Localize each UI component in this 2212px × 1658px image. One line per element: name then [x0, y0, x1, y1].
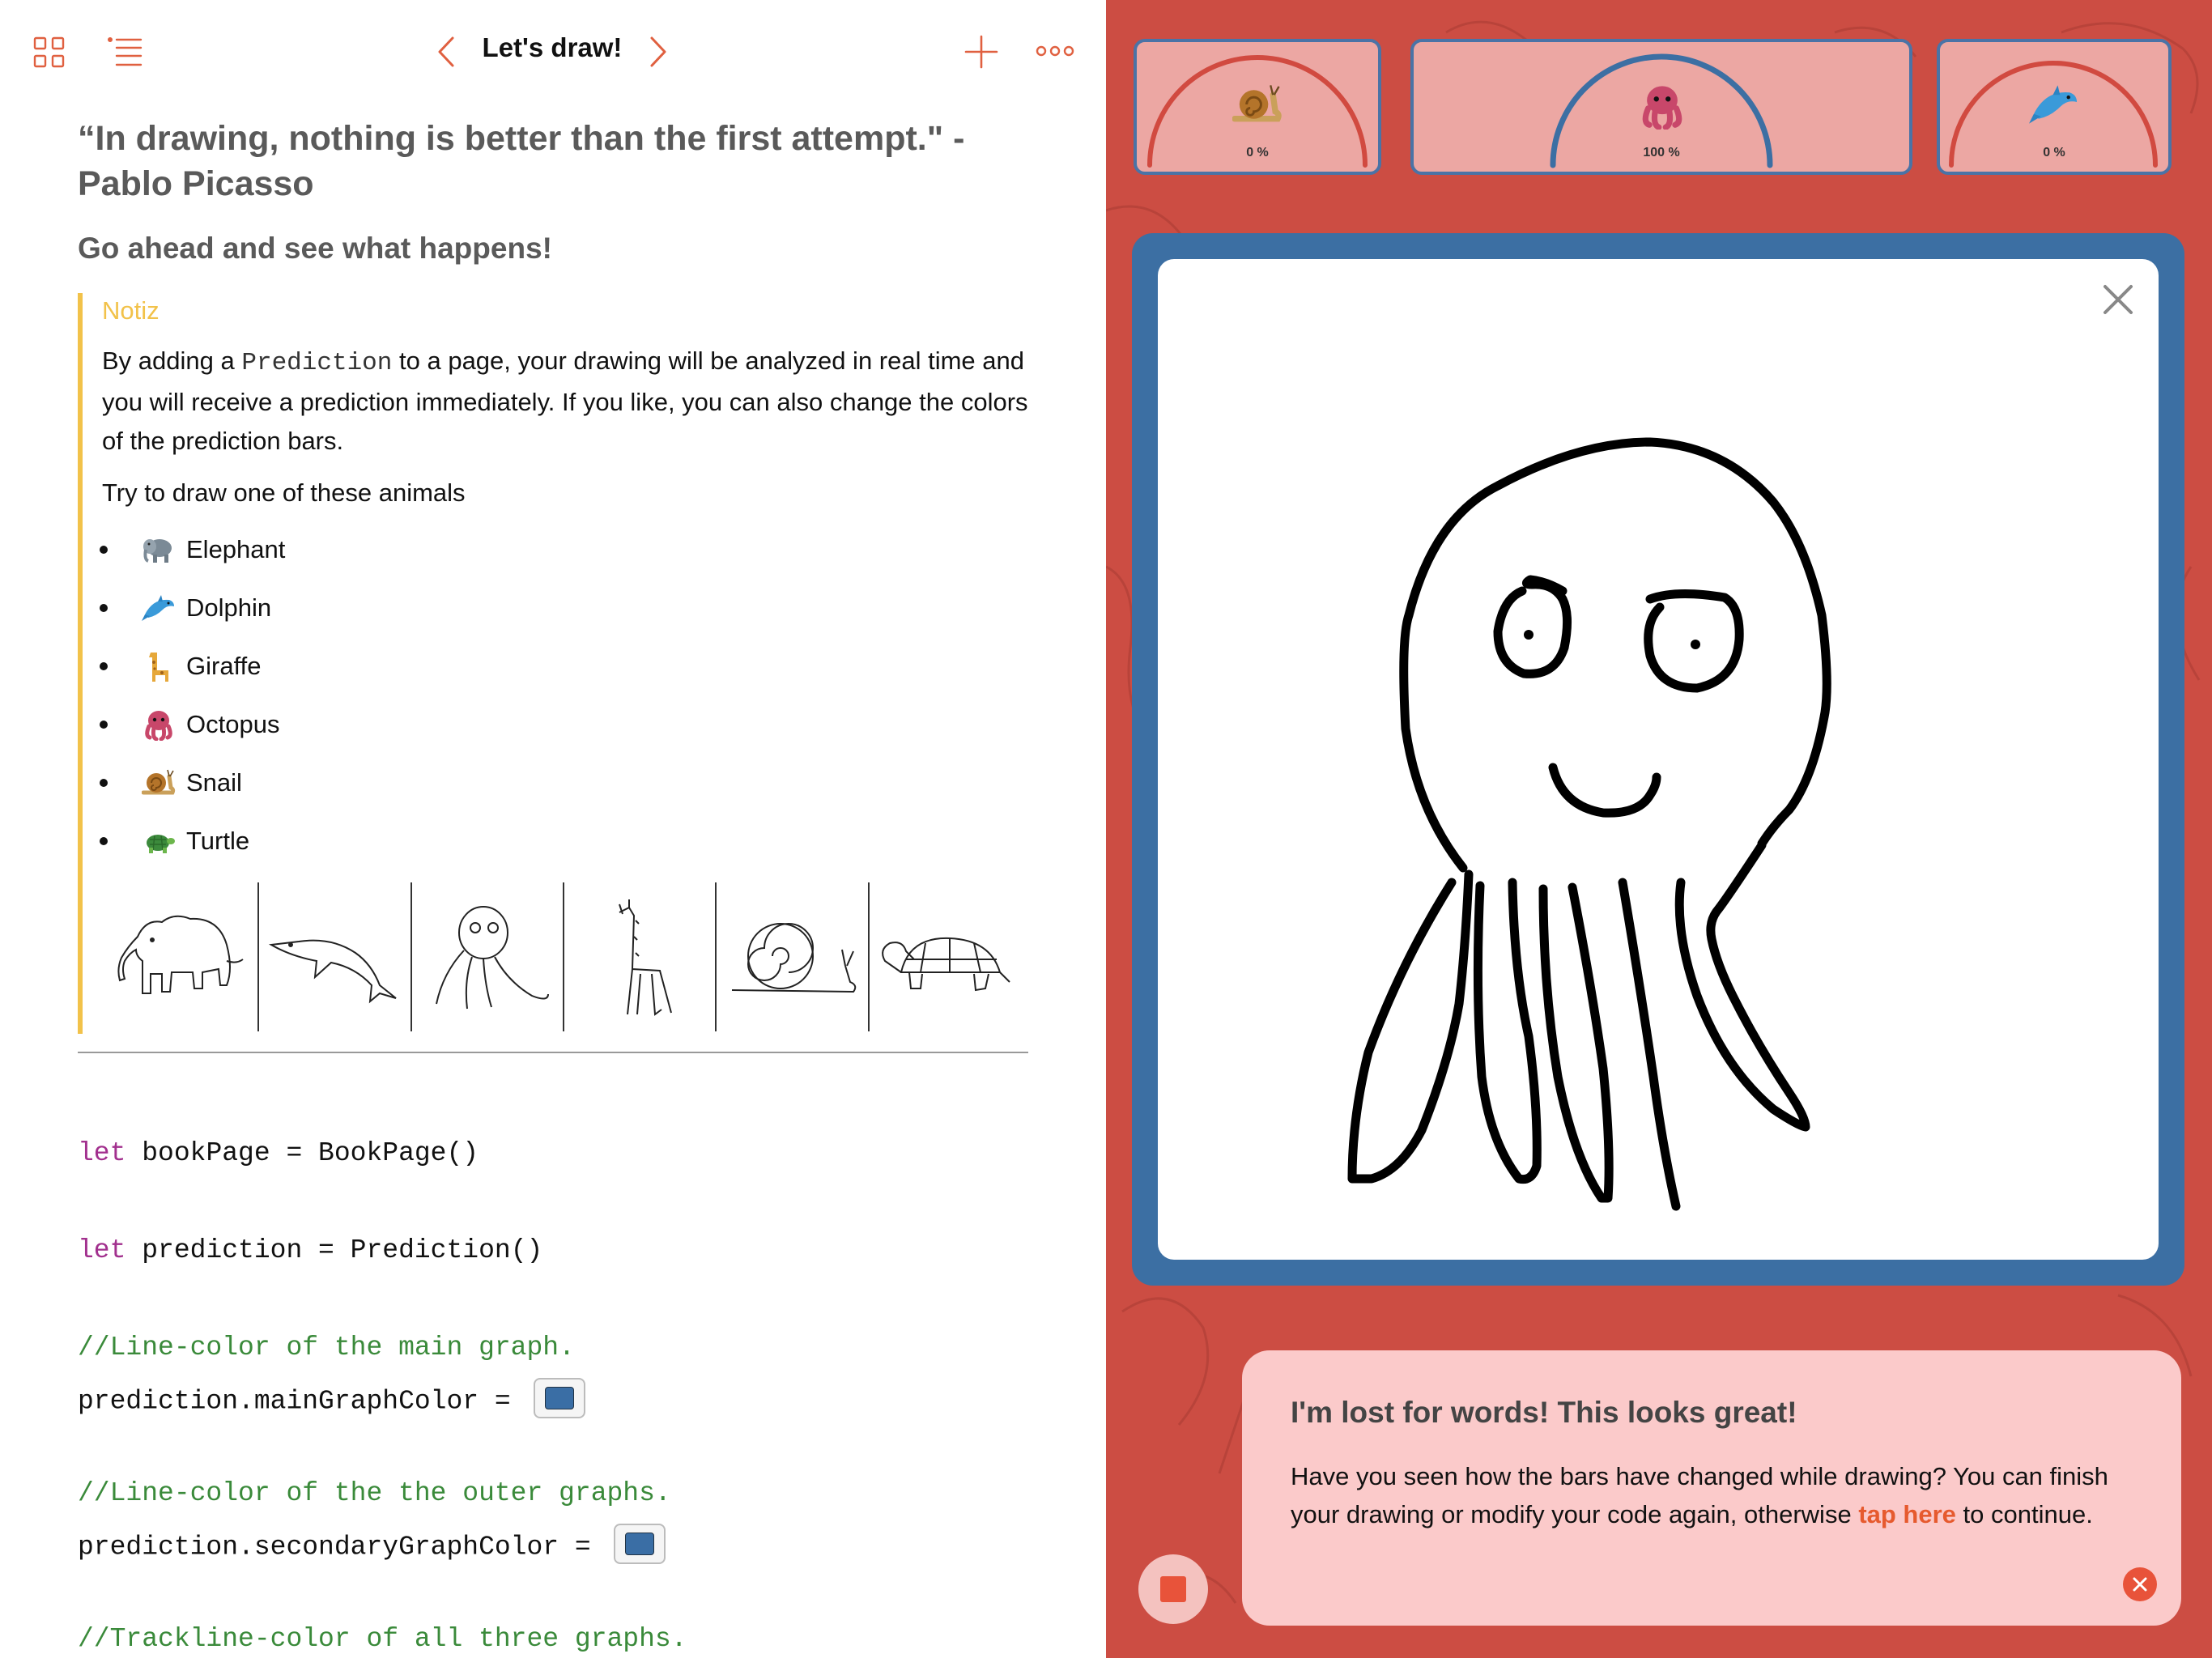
keyword: let [78, 1235, 126, 1265]
animal-name: Elephant [186, 535, 286, 563]
note-body: By adding a Prediction to a page, your d… [102, 342, 1033, 461]
code-line[interactable]: prediction.mainGraphColor = [78, 1378, 585, 1422]
list-view-icon[interactable] [107, 36, 143, 70]
code-line[interactable]: let prediction = Prediction() [78, 1235, 542, 1265]
list-item: Giraffe [100, 637, 1028, 695]
live-view-pane: 0 % 100 % 0 % I'm lost for words! This l… [1106, 0, 2212, 1658]
list-item: Elephant [100, 521, 1028, 579]
inline-code: Prediction [241, 349, 393, 377]
giraffe-sketch-icon [564, 882, 717, 1031]
note-title: Notiz [102, 296, 160, 325]
code-text: prediction.mainGraphColor = [78, 1386, 527, 1417]
octopus-prediction-gauge: 100 % [1410, 39, 1912, 175]
code-line[interactable]: prediction.secondaryGraphColor = [78, 1524, 666, 1567]
animal-sketches-strip [107, 882, 1022, 1031]
hint-text: Have you seen how the bars have changed … [1291, 1457, 2133, 1533]
next-page-icon[interactable] [644, 34, 672, 70]
secondary-graph-color-picker[interactable] [613, 1524, 666, 1564]
list-item: Snail [100, 754, 1028, 812]
giraffe-icon [141, 648, 177, 684]
keyword: let [78, 1138, 126, 1168]
animal-name: Turtle [186, 827, 250, 855]
animal-list: Elephant Dolphin Giraffe Octopus Snail T… [100, 521, 1028, 870]
animal-name: Snail [186, 768, 242, 797]
elephant-icon [141, 532, 177, 568]
main-graph-color-picker[interactable] [533, 1378, 585, 1418]
dolphin-sketch-icon [259, 882, 412, 1031]
elephant-sketch-icon [107, 882, 260, 1031]
snail-icon [141, 765, 177, 801]
grid-view-icon[interactable] [32, 36, 66, 70]
note-body-text: By adding a [102, 346, 242, 375]
code-text: bookPage = BookPage() [125, 1138, 479, 1168]
clear-canvas-close-icon[interactable] [2094, 275, 2142, 324]
code-comment[interactable]: //Trackline-color of all three graphs. [78, 1624, 687, 1654]
list-item: Turtle [100, 812, 1028, 870]
dolphin-prediction-gauge: 0 % [1937, 39, 2172, 175]
hint-bubble: I'm lost for words! This looks great! Ha… [1242, 1350, 2181, 1626]
add-icon[interactable] [963, 34, 999, 70]
color-swatch [624, 1533, 654, 1555]
page-title: Let's draw! [482, 32, 623, 62]
stop-button[interactable] [1138, 1554, 1208, 1624]
quote-heading: “In drawing, nothing is better than the … [78, 119, 965, 203]
section-divider [78, 1052, 1028, 1053]
code-comment[interactable]: //Line-color of the main graph. [78, 1333, 575, 1363]
color-swatch [544, 1387, 574, 1409]
animal-name: Giraffe [186, 652, 262, 680]
octopus-icon [141, 707, 177, 742]
continue-link[interactable]: tap here [1858, 1500, 1956, 1528]
try-text: Try to draw one of these animals [102, 478, 466, 507]
prediction-percent: 0 % [2043, 146, 2065, 159]
prediction-percent: 100 % [1643, 146, 1680, 159]
snail-sketch-icon [717, 882, 870, 1031]
octopus-sketch-icon [412, 882, 565, 1031]
drawing-canvas[interactable] [1158, 259, 2159, 1260]
animal-name: Dolphin [186, 593, 272, 622]
dolphin-icon [141, 590, 177, 626]
hint-title: I'm lost for words! This looks great! [1291, 1396, 1797, 1429]
document-pane: Let's draw! “In drawing, nothing is bett… [0, 0, 1106, 1658]
hint-body: to continue. [1955, 1500, 2093, 1528]
more-options-icon[interactable] [1035, 39, 1075, 63]
turtle-sketch-icon [870, 882, 1022, 1031]
subheading: Go ahead and see what happens! [78, 232, 552, 265]
prediction-percent: 0 % [1246, 146, 1269, 159]
code-line[interactable]: let bookPage = BookPage() [78, 1138, 479, 1168]
list-item: Dolphin [100, 579, 1028, 637]
stop-icon [1160, 1576, 1186, 1602]
snail-prediction-gauge: 0 % [1134, 39, 1381, 175]
code-text: prediction.secondaryGraphColor = [78, 1532, 607, 1562]
turtle-icon [141, 823, 177, 859]
close-hint-icon[interactable] [2123, 1567, 2157, 1601]
octopus-drawing-icon [1347, 437, 1831, 1211]
note-callout: Notiz By adding a Prediction to a page, … [78, 293, 1028, 1034]
list-item: Octopus [100, 695, 1028, 754]
animal-name: Octopus [186, 710, 280, 738]
code-text: prediction = Prediction() [125, 1235, 543, 1265]
code-comment[interactable]: //Line-color of the the outer graphs. [78, 1478, 671, 1508]
